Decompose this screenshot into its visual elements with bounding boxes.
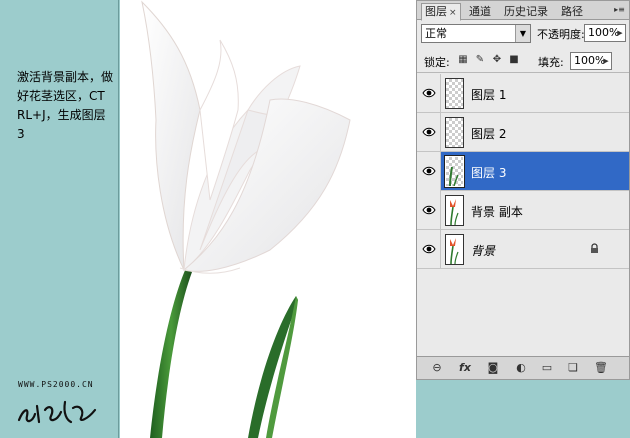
fill-label: 填充: bbox=[538, 56, 564, 69]
tulip-thumbnail-icon bbox=[450, 199, 459, 226]
layer-thumbnail bbox=[445, 117, 464, 148]
signature-logo bbox=[17, 400, 97, 424]
tulip-thumbnail-icon bbox=[450, 238, 459, 265]
add-mask-icon[interactable]: ◙ bbox=[485, 361, 501, 375]
eye-icon bbox=[422, 88, 436, 98]
fill-field[interactable]: 100% ▶ bbox=[570, 52, 612, 70]
stem-thumbnail-icon bbox=[449, 166, 459, 187]
tab-layers[interactable]: 图层 × bbox=[421, 3, 461, 21]
blend-row: 正常 ▼ 不透明度: 100% ▶ bbox=[417, 21, 629, 46]
trash-icon[interactable]: 🗑 bbox=[593, 361, 609, 375]
eye-icon bbox=[422, 205, 436, 215]
instruction-panel: 激活背景副本，做好花茎选区，CTRL+J，生成图层3 WWW.PS2000.CN bbox=[0, 0, 119, 438]
new-layer-icon[interactable]: ❏ bbox=[565, 361, 581, 375]
visibility-toggle[interactable] bbox=[417, 113, 441, 152]
lock-move-icon[interactable]: ✥ bbox=[491, 54, 503, 66]
tab-history[interactable]: 历史记录 bbox=[500, 3, 552, 20]
layers-list: 图层 1 图层 2 图层 3 背景 副本 背景 bbox=[417, 74, 629, 356]
layer-style-icon[interactable]: fx bbox=[457, 361, 473, 375]
tab-layers-label: 图层 bbox=[425, 5, 447, 18]
eye-icon bbox=[422, 127, 436, 137]
close-icon[interactable]: × bbox=[449, 8, 457, 18]
blend-mode-value: 正常 bbox=[425, 27, 447, 40]
layer-thumbnail bbox=[445, 195, 464, 226]
tab-channels[interactable]: 通道 bbox=[465, 3, 495, 20]
opacity-label: 不透明度: bbox=[537, 28, 585, 41]
instruction-text: 激活背景副本，做好花茎选区，CTRL+J，生成图层3 bbox=[17, 70, 114, 141]
layer-row-layer-1[interactable]: 图层 1 bbox=[417, 74, 629, 113]
fill-arrow-icon[interactable]: ▶ bbox=[601, 53, 611, 69]
blend-mode-select[interactable]: 正常 ▼ bbox=[421, 24, 531, 43]
new-group-icon[interactable]: ▭ bbox=[539, 361, 555, 375]
watermark-url: WWW.PS2000.CN bbox=[18, 380, 94, 389]
visibility-toggle[interactable] bbox=[417, 74, 441, 113]
layer-row-layer-2[interactable]: 图层 2 bbox=[417, 113, 629, 152]
tulip-image bbox=[141, 0, 351, 438]
eye-icon bbox=[422, 166, 436, 176]
layer-row-background[interactable]: 背景 bbox=[417, 230, 629, 269]
layer-row-background-copy[interactable]: 背景 副本 bbox=[417, 191, 629, 230]
panel-bottom-bar: ⊖ fx ◙ ◐ ▭ ❏ 🗑 bbox=[417, 356, 629, 379]
layer-name: 图层 1 bbox=[471, 88, 507, 102]
panel-tab-bar: 图层 × 通道 历史记录 路径 ▸≡ bbox=[417, 1, 629, 21]
lock-all-icon[interactable]: ■ bbox=[508, 54, 520, 66]
layer-name: 图层 3 bbox=[471, 166, 507, 180]
eye-icon bbox=[422, 244, 436, 254]
lock-brush-icon[interactable]: ✎ bbox=[474, 54, 486, 66]
link-layers-icon[interactable]: ⊖ bbox=[429, 361, 445, 375]
layer-thumbnail bbox=[445, 234, 464, 265]
visibility-toggle[interactable] bbox=[417, 230, 441, 269]
visibility-toggle[interactable] bbox=[417, 152, 441, 191]
image-canvas[interactable] bbox=[120, 0, 416, 438]
lock-transparent-icon[interactable]: ▦ bbox=[457, 54, 469, 66]
layer-row-layer-3[interactable]: 图层 3 bbox=[417, 152, 629, 191]
layer-thumbnail bbox=[444, 155, 465, 188]
layer-name: 图层 2 bbox=[471, 127, 507, 141]
opacity-field[interactable]: 100% ▶ bbox=[584, 24, 626, 42]
layer-name: 背景 bbox=[471, 244, 496, 258]
lock-icon bbox=[591, 243, 598, 253]
layer-name: 背景 副本 bbox=[471, 205, 523, 219]
lock-row: 锁定: ▦ ✎ ✥ ■ 填充: 100% ▶ bbox=[417, 49, 629, 73]
adjustment-layer-icon[interactable]: ◐ bbox=[513, 361, 529, 375]
chevron-down-icon[interactable]: ▼ bbox=[515, 25, 530, 42]
layer-thumbnail bbox=[445, 78, 464, 109]
tab-paths[interactable]: 路径 bbox=[557, 3, 587, 20]
visibility-toggle[interactable] bbox=[417, 191, 441, 230]
opacity-arrow-icon[interactable]: ▶ bbox=[615, 25, 625, 41]
lock-label: 锁定: bbox=[424, 56, 450, 69]
panel-menu-icon[interactable]: ▸≡ bbox=[613, 4, 626, 16]
layers-panel: 图层 × 通道 历史记录 路径 ▸≡ 正常 ▼ 不透明度: 100% ▶ 锁定: … bbox=[416, 0, 630, 380]
